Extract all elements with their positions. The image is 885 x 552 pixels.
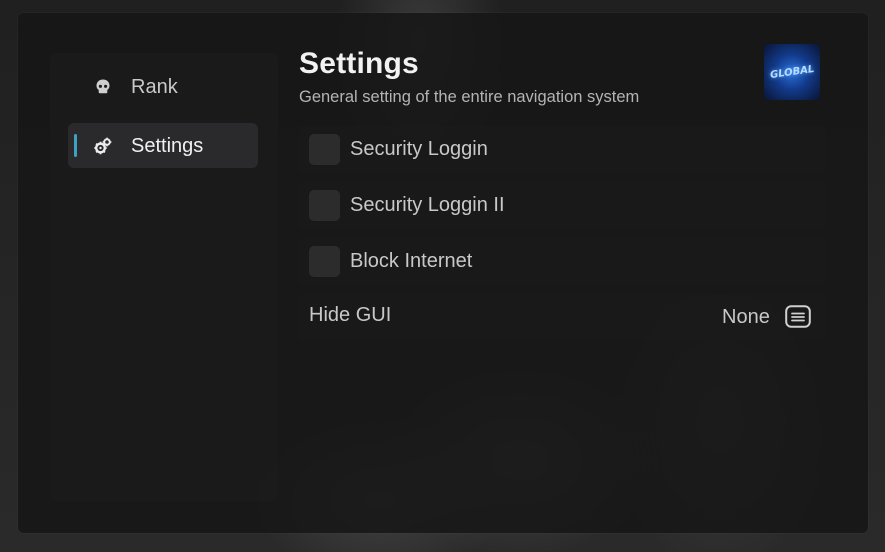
- option-row[interactable]: Security Loggin II: [299, 182, 826, 229]
- avatar-logo-text: GLOBAL: [769, 63, 815, 81]
- option-label: Security Loggin: [350, 138, 488, 160]
- keybind-label: Hide GUI: [309, 304, 392, 326]
- option-label: Block Internet: [350, 250, 473, 272]
- settings-window: Rank Settings Settings General setting o…: [18, 13, 868, 533]
- sidebar-item-settings[interactable]: Settings: [68, 123, 258, 168]
- page-title: Settings: [299, 47, 419, 80]
- keybind-value[interactable]: None: [722, 306, 770, 329]
- skull-icon: [93, 77, 113, 97]
- active-indicator: [74, 134, 77, 157]
- keyboard-icon[interactable]: [785, 305, 811, 328]
- page-subtitle: General setting of the entire navigation…: [299, 88, 640, 106]
- checkbox[interactable]: [309, 134, 340, 165]
- option-row[interactable]: Security Loggin: [299, 126, 826, 173]
- sidebar-item-label: Settings: [131, 135, 204, 157]
- checkbox[interactable]: [309, 190, 340, 221]
- sidebar-item-label: Rank: [131, 76, 178, 98]
- gears-icon: [93, 136, 113, 156]
- checkbox[interactable]: [309, 246, 340, 277]
- avatar: GLOBAL: [764, 44, 820, 100]
- option-row[interactable]: Block Internet: [299, 238, 826, 285]
- keybind-row[interactable]: Hide GUI None: [299, 293, 826, 340]
- option-label: Security Loggin II: [350, 194, 505, 216]
- sidebar-item-rank[interactable]: Rank: [68, 64, 258, 109]
- sidebar: Rank Settings: [50, 53, 278, 501]
